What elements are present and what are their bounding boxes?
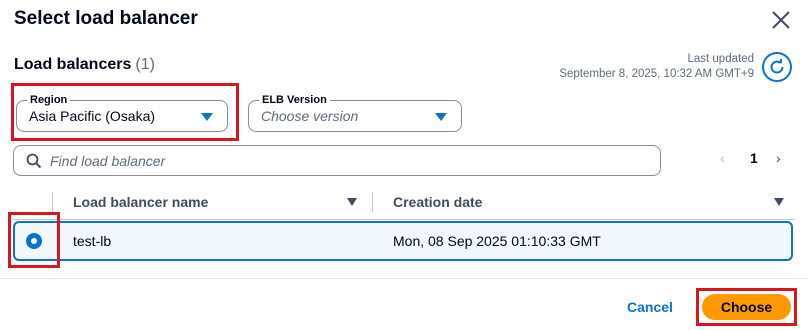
column-header-name[interactable]: Load balancer name [73, 194, 208, 210]
select-load-balancer-dialog: Select load balancer Load balancers (1) L… [0, 0, 808, 330]
section-heading: Load balancers (1) [14, 56, 155, 74]
sort-icon[interactable] [774, 198, 784, 206]
region-select[interactable]: Region Asia Pacific (Osaka) [16, 93, 228, 132]
close-icon [772, 11, 790, 29]
cancel-button[interactable]: Cancel [627, 299, 673, 315]
search-placeholder: Find load balancer [50, 153, 166, 169]
current-page-number[interactable]: 1 [750, 150, 758, 166]
column-divider [52, 192, 53, 212]
footer-divider [0, 278, 808, 279]
region-label: Region [27, 93, 71, 107]
column-header-creation-date[interactable]: Creation date [393, 194, 482, 210]
next-page-button[interactable]: › [776, 150, 781, 166]
region-value: Asia Pacific (Osaka) [29, 108, 156, 124]
close-button[interactable] [770, 9, 792, 31]
refresh-button[interactable] [762, 52, 792, 82]
column-divider [372, 192, 373, 212]
last-updated-value: September 8, 2025, 10:32 AM GMT+9 [559, 68, 754, 80]
chevron-down-icon [201, 113, 213, 121]
row-radio-button[interactable] [26, 233, 42, 249]
last-updated: Last updated September 8, 2025, 10:32 AM… [559, 52, 754, 82]
dialog-title: Select load balancer [14, 8, 198, 29]
previous-page-button[interactable]: ‹ [720, 150, 725, 166]
chevron-down-icon [435, 113, 447, 121]
last-updated-label: Last updated [687, 53, 754, 65]
item-count: (1) [135, 56, 155, 73]
sort-icon[interactable] [347, 198, 357, 206]
refresh-icon [770, 59, 784, 74]
elb-version-placeholder: Choose version [261, 108, 359, 124]
choose-button[interactable]: Choose [702, 294, 791, 320]
elb-version-select[interactable]: ELB Version Choose version [248, 93, 462, 132]
creation-date-cell: Mon, 08 Sep 2025 01:10:33 GMT [393, 233, 601, 249]
search-input[interactable]: Find load balancer [13, 145, 661, 176]
load-balancer-name-cell: test-lb [73, 233, 112, 249]
search-icon [26, 153, 42, 169]
radio-selected-dot [31, 238, 37, 244]
section-heading-text: Load balancers [14, 56, 132, 73]
elb-version-label: ELB Version [259, 93, 330, 107]
